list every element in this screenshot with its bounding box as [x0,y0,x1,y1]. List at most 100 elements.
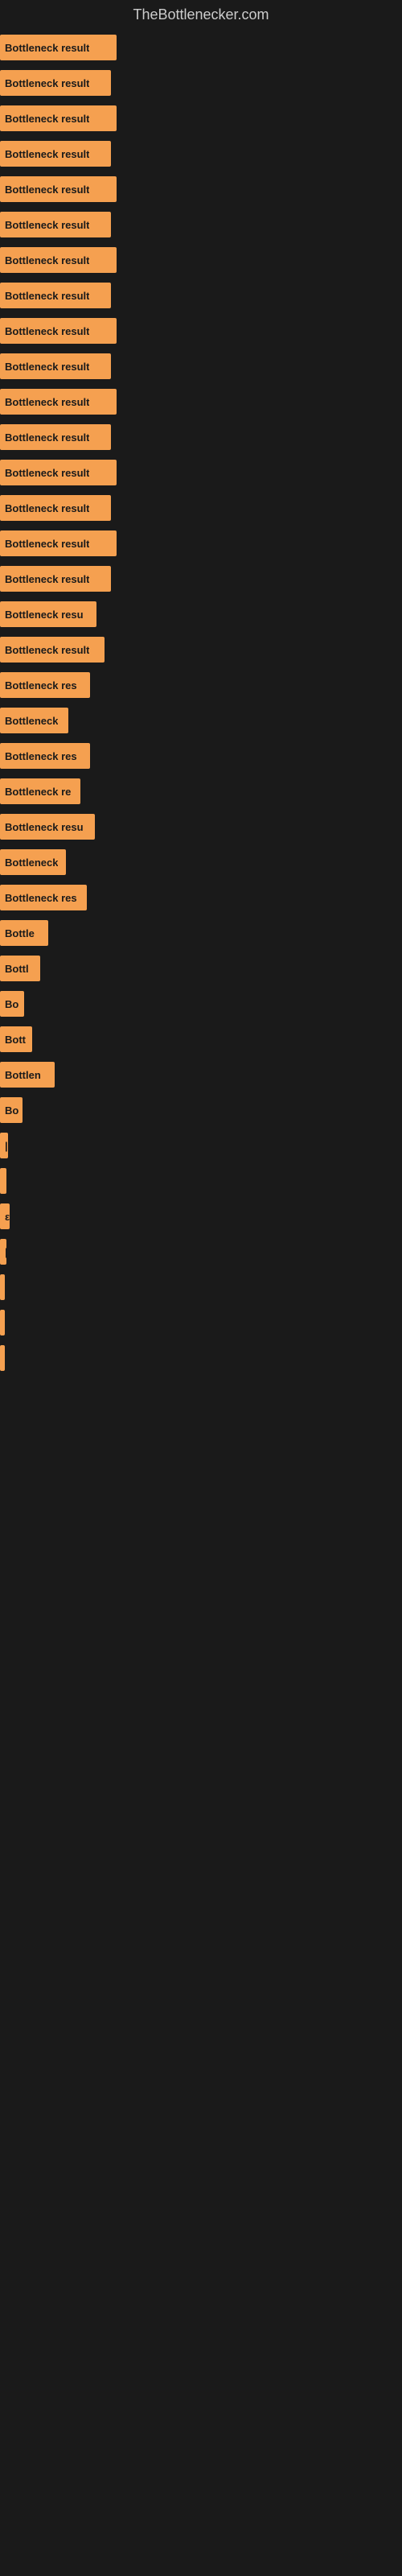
bar-label: Bottlen [5,1069,41,1081]
bar-label: Bottleneck res [5,750,77,762]
bar-row: Bottlen [0,1057,402,1092]
bottleneck-bar[interactable] [0,1168,6,1194]
bottleneck-bar[interactable]: Bottleneck result [0,424,111,450]
bottleneck-bar[interactable]: Bottleneck resu [0,601,96,627]
bottleneck-bar[interactable]: Bo [0,1097,23,1123]
bar-row: Bottleneck result [0,101,402,136]
bar-row: Bottleneck res [0,880,402,915]
site-title: TheBottlenecker.com [0,0,402,30]
bar-row: Bottleneck result [0,526,402,561]
bar-label: Bottleneck result [5,538,89,550]
bottleneck-bar[interactable]: Bottleneck result [0,495,111,521]
bar-label: Bottle [5,927,35,939]
bar-row: Bottleneck result [0,207,402,242]
bar-label: Bottleneck [5,715,58,727]
bottleneck-bar[interactable]: Bottleneck result [0,247,117,273]
bar-label: Bott [5,1034,26,1046]
bar-label: Bottleneck result [5,77,89,89]
bar-row [0,1269,402,1305]
bar-label: Bottl [5,963,29,975]
bottleneck-bar[interactable]: Bottleneck result [0,530,117,556]
bars-container: Bottleneck result Bottleneck result Bottle… [0,30,402,1376]
bar-row: Bo [0,986,402,1022]
bar-row: Bottle [0,915,402,951]
bottleneck-bar[interactable]: Bottleneck result [0,283,111,308]
bar-label: Bottleneck result [5,290,89,302]
bottleneck-bar[interactable]: Bottleneck resu [0,814,95,840]
bottleneck-bar[interactable]: ε [0,1203,10,1229]
bottleneck-bar[interactable]: Bottleneck result [0,318,117,344]
bar-label: Bottleneck result [5,431,89,444]
bar-row: Bottleneck [0,703,402,738]
bar-label: Bottleneck result [5,573,89,585]
bar-label: Bottleneck result [5,467,89,479]
bar-label: Bottleneck result [5,42,89,54]
bar-row: Bottleneck result [0,455,402,490]
bar-row: Bottl [0,951,402,986]
bottleneck-bar[interactable]: Bottleneck result [0,460,117,485]
bar-label: Bottleneck res [5,679,77,691]
bar-row [0,1340,402,1376]
bar-label: Bottleneck res [5,892,77,904]
bar-row [0,1163,402,1199]
bar-row: Bottleneck result [0,384,402,419]
bar-row: Bottleneck result [0,171,402,207]
bar-label: Bo [5,998,18,1010]
bottleneck-bar[interactable]: | [0,1239,6,1265]
bottleneck-bar[interactable]: Bottleneck result [0,637,105,663]
bar-label: Bottleneck result [5,184,89,196]
bar-row: Bottleneck result [0,313,402,349]
bottleneck-bar[interactable] [0,1345,5,1371]
bottleneck-bar[interactable]: Bottleneck result [0,176,117,202]
bottleneck-bar[interactable]: Bottleneck result [0,212,111,237]
bar-label: | [5,1246,6,1258]
bottleneck-bar[interactable]: Bottleneck result [0,105,117,131]
bar-label: Bottleneck result [5,396,89,408]
bar-label: ε [5,1211,10,1223]
bar-label: Bottleneck re [5,786,71,798]
bottleneck-bar[interactable] [0,1274,5,1300]
bottleneck-bar[interactable]: Bottleneck [0,708,68,733]
bar-row: Bottleneck result [0,65,402,101]
bar-row: | [0,1234,402,1269]
bar-label: Bottleneck result [5,148,89,160]
bottleneck-bar[interactable]: Bottleneck result [0,353,111,379]
bottleneck-bar[interactable]: Bottleneck re [0,778,80,804]
bar-row: Bottleneck resu [0,597,402,632]
bottleneck-bar[interactable]: Bottleneck result [0,35,117,60]
bar-label: Bottleneck result [5,325,89,337]
bar-row: Bottleneck result [0,561,402,597]
bottleneck-bar[interactable]: Bo [0,991,24,1017]
bottleneck-bar[interactable]: Bottleneck result [0,70,111,96]
bar-label: Bo [5,1104,18,1117]
bottleneck-bar[interactable]: Bottle [0,920,48,946]
bar-row: Bottleneck result [0,349,402,384]
bottleneck-bar[interactable] [0,1310,5,1335]
bottleneck-bar[interactable]: Bottleneck result [0,389,117,415]
bar-row: Bottleneck result [0,490,402,526]
bottleneck-bar[interactable]: Bottleneck res [0,743,90,769]
bar-row [0,1305,402,1340]
bar-label: Bottleneck [5,857,58,869]
bottleneck-bar[interactable]: Bott [0,1026,32,1052]
bar-row: Bo [0,1092,402,1128]
bar-label: Bottleneck resu [5,609,84,621]
bar-row: Bottleneck result [0,242,402,278]
bar-label: Bottleneck result [5,113,89,125]
bar-label: | [5,1140,8,1152]
bar-row: Bottleneck result [0,136,402,171]
bottleneck-bar[interactable]: Bottl [0,956,40,981]
bottleneck-bar[interactable]: Bottleneck res [0,672,90,698]
bottleneck-bar[interactable]: Bottlen [0,1062,55,1088]
bottleneck-bar[interactable]: Bottleneck [0,849,66,875]
bottleneck-bar[interactable]: Bottleneck result [0,566,111,592]
bar-row: Bottleneck result [0,30,402,65]
bottleneck-bar[interactable]: Bottleneck result [0,141,111,167]
bar-label: Bottleneck result [5,219,89,231]
bar-row: Bottleneck res [0,738,402,774]
bar-label: Bottleneck resu [5,821,84,833]
bar-row: Bottleneck result [0,419,402,455]
bottleneck-bar[interactable]: | [0,1133,8,1158]
bottleneck-bar[interactable]: Bottleneck res [0,885,87,910]
bar-row: Bottleneck res [0,667,402,703]
